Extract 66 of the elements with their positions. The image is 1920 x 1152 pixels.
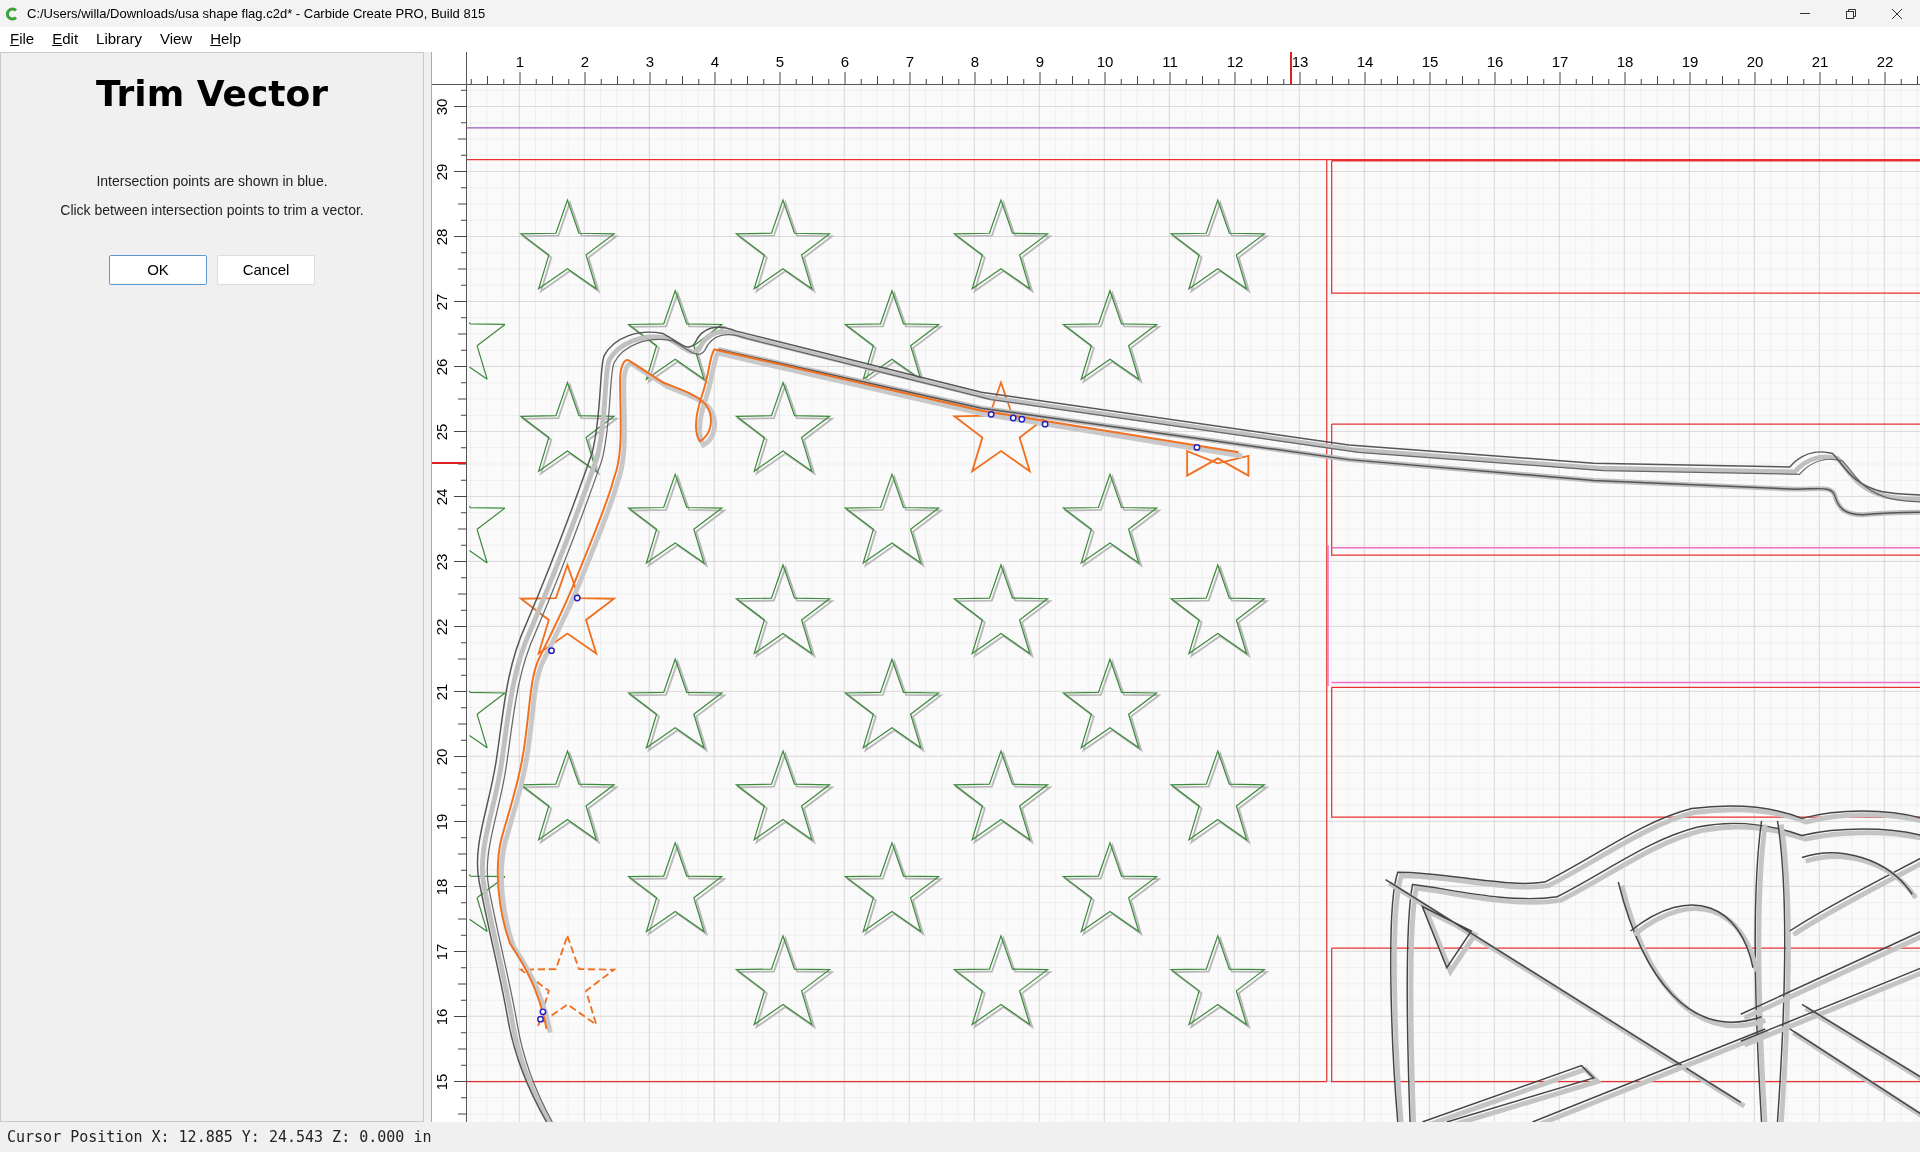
ruler-label: 28 <box>433 228 452 245</box>
ruler-label: 10 <box>1096 53 1114 71</box>
menu-item[interactable]: Library <box>88 27 150 52</box>
trimmed-star-outline <box>1186 449 1250 478</box>
cancel-button[interactable]: Cancel <box>217 255 315 285</box>
menu-item[interactable]: File <box>2 27 43 52</box>
close-icon <box>1892 8 1902 19</box>
ruler-label: 19 <box>1681 53 1699 71</box>
ruler-label: 17 <box>433 943 452 960</box>
star-outline <box>468 505 506 564</box>
ruler-label: 20 <box>433 748 452 765</box>
intersection-point <box>1041 420 1049 428</box>
ruler-label: 20 <box>1746 53 1764 71</box>
ruler-label: 15 <box>433 1073 452 1090</box>
window-title: C:/Users/willa/Downloads/usa shape flag.c2d* - Carbide Create PRO, Build 815 <box>27 4 486 23</box>
ruler-label: 21 <box>1811 53 1829 71</box>
ruler-label: 29 <box>433 163 452 180</box>
menu-item[interactable]: Help <box>202 27 250 52</box>
ruler-label: 12 <box>1226 53 1244 71</box>
star-outline <box>468 873 506 933</box>
panel-title: Trim Vector <box>95 72 329 116</box>
restore-icon <box>1846 8 1856 19</box>
ruler-label: 7 <box>905 53 915 71</box>
star-outline <box>468 690 506 749</box>
menu-item[interactable]: View <box>151 27 201 52</box>
ruler-label: 24 <box>433 488 452 505</box>
ruler-label: 22 <box>433 618 452 635</box>
minimize-icon <box>1800 13 1810 14</box>
ruler-label: 25 <box>433 423 452 440</box>
ruler-label: 8 <box>970 53 980 71</box>
ruler-label: 3 <box>645 53 655 71</box>
ruler-label: 19 <box>433 813 452 830</box>
ruler-label: 4 <box>710 53 720 71</box>
star-outline <box>468 321 506 380</box>
ruler-label: 16 <box>1486 53 1504 71</box>
ruler-label: 14 <box>1356 53 1374 71</box>
ruler-label: 27 <box>433 293 452 310</box>
ruler-label: 21 <box>433 683 452 700</box>
ruler-label: 6 <box>840 53 850 71</box>
ruler-label: 5 <box>775 53 785 71</box>
intersection-point <box>987 410 995 418</box>
ruler-label: 22 <box>1876 53 1894 71</box>
ruler-label: 23 <box>433 553 452 570</box>
ruler-label: 16 <box>433 1008 452 1025</box>
intersection-point <box>548 647 555 655</box>
intersection-point <box>573 594 581 602</box>
cursor-marker <box>432 462 466 464</box>
ruler-label: 1 <box>515 53 525 71</box>
ruler-label: 9 <box>1035 53 1045 71</box>
cursor-position-text: Cursor Position X: 12.885 Y: 24.543 Z: 0.000 in <box>7 1126 432 1148</box>
ruler-label: 13 <box>1291 53 1309 71</box>
ruler-label: 11 <box>1162 53 1178 71</box>
app-logo-icon <box>5 6 19 21</box>
ok-button[interactable]: OK <box>109 255 207 285</box>
ruler-label: 30 <box>433 98 452 115</box>
instruction-text: Intersection points are shown in blue. <box>96 172 328 191</box>
intersection-point <box>1193 443 1201 451</box>
ruler-label: 2 <box>580 53 590 71</box>
ruler-label: 18 <box>433 878 452 895</box>
ruler-label: 26 <box>433 358 452 375</box>
cursor-marker <box>1290 52 1292 84</box>
ruler-label: 18 <box>1616 53 1634 71</box>
ruler-label: 17 <box>1551 53 1569 71</box>
ruler-label: 15 <box>1421 53 1439 71</box>
instruction-text: Click between intersection points to trim a vector. <box>60 201 364 220</box>
menu-item[interactable]: Edit <box>44 27 87 52</box>
